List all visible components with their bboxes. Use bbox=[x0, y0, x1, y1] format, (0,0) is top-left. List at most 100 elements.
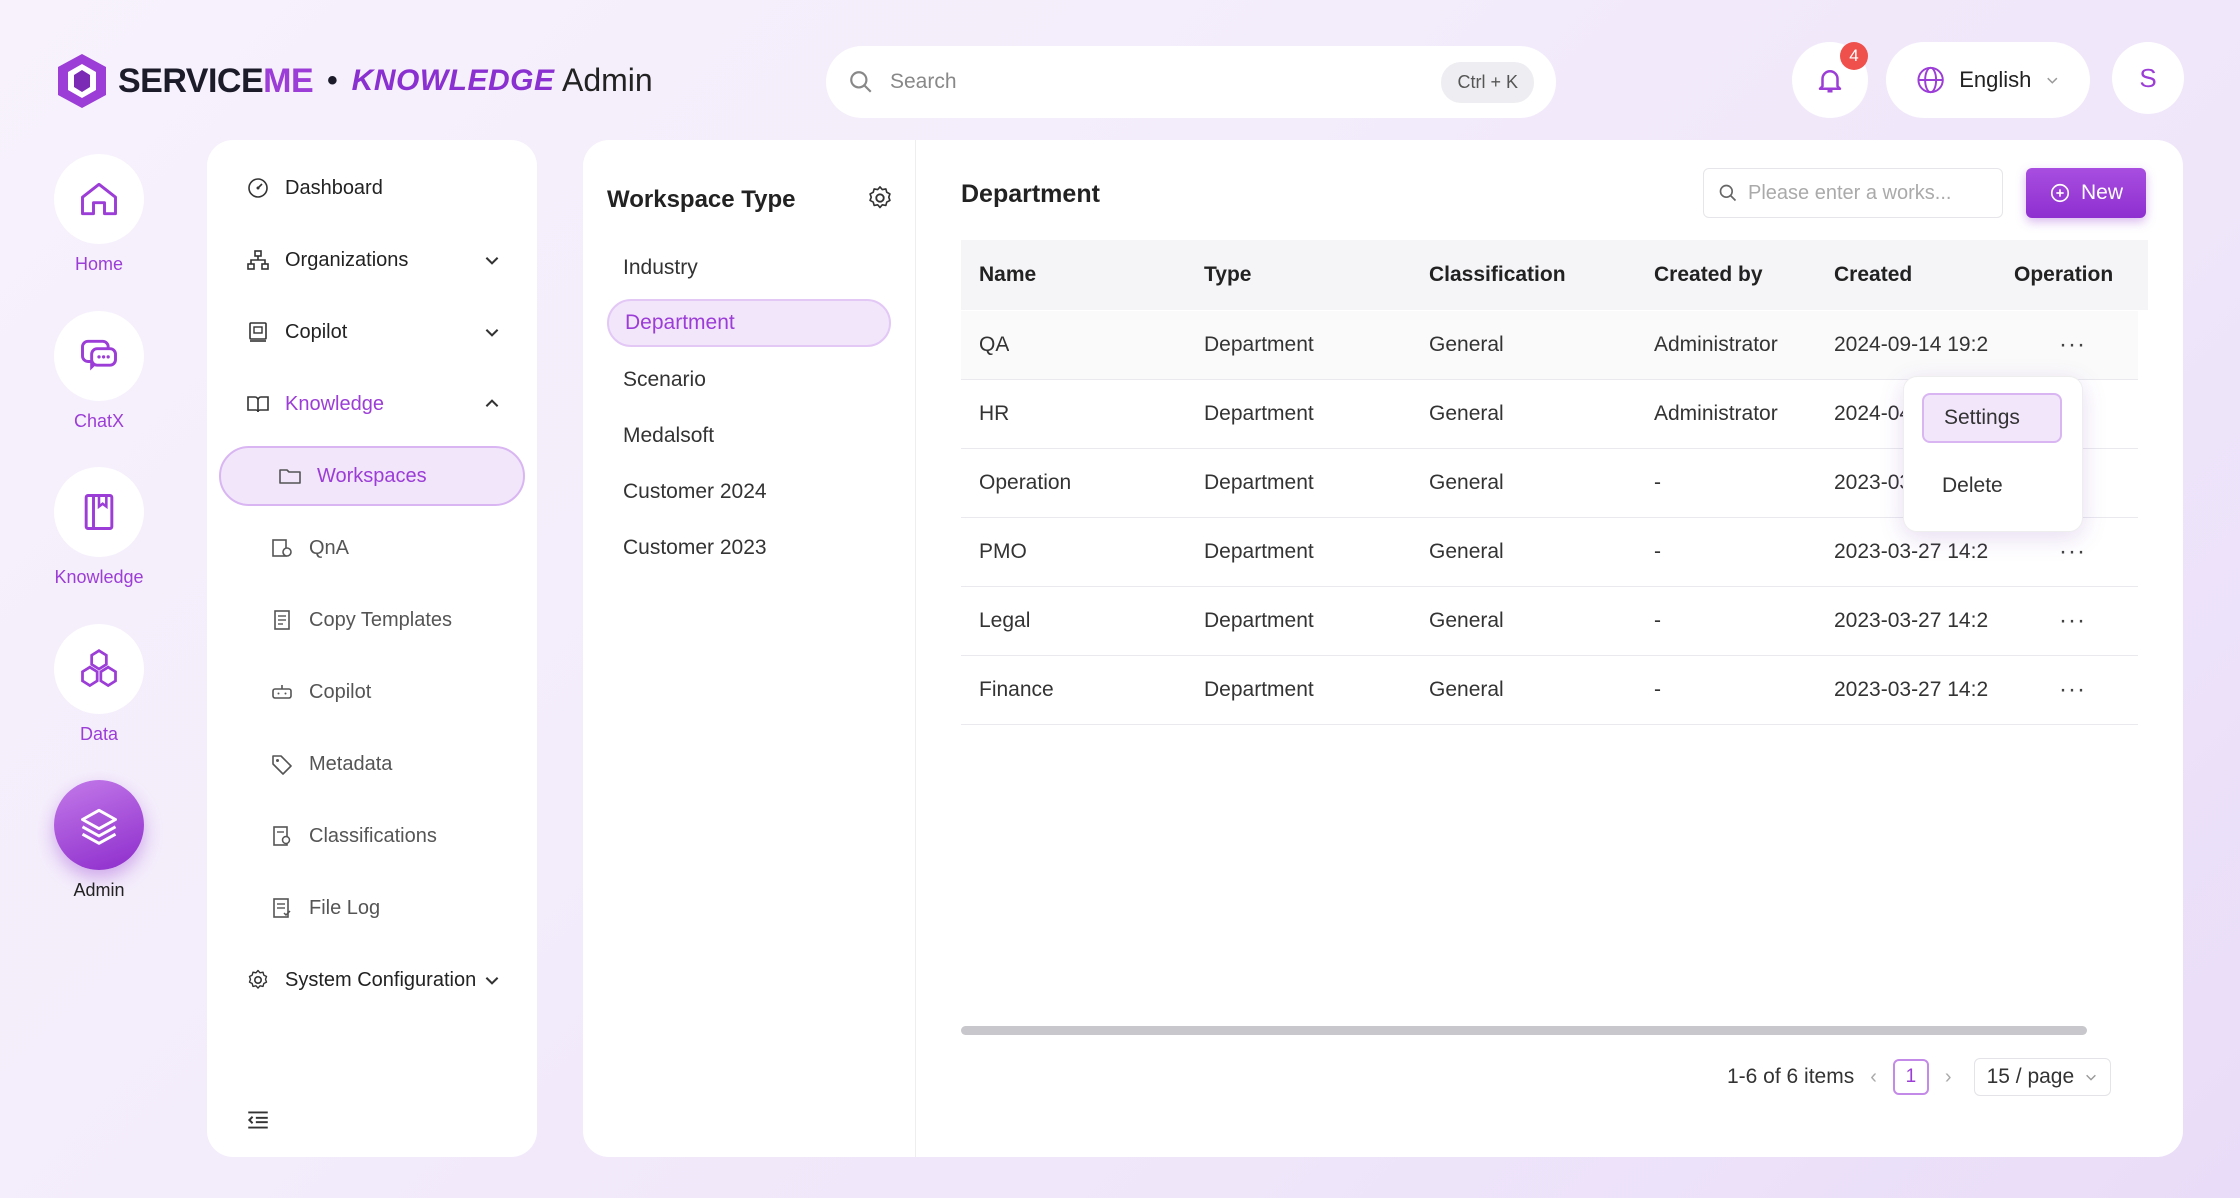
sidebar-item-system-configuration[interactable]: System Configuration bbox=[207, 950, 537, 1010]
cell-name: Finance bbox=[979, 678, 1054, 701]
chevron-down-icon bbox=[2086, 1074, 2097, 1081]
cell-created-by: - bbox=[1654, 678, 1661, 701]
sidebar-item-label: File Log bbox=[309, 896, 381, 919]
workspace-search-input[interactable]: Please enter a works... bbox=[1703, 168, 2003, 218]
sidebar-item-classifications[interactable]: Classifications bbox=[207, 806, 537, 866]
notifications-button[interactable]: 4 bbox=[1792, 42, 1868, 118]
sidebar-item-label: Copy Templates bbox=[309, 608, 453, 631]
sidebar-item-qna[interactable]: QnA bbox=[207, 518, 537, 578]
language-label: English bbox=[1959, 67, 2032, 92]
sidebar-item-organizations[interactable]: Organizations bbox=[207, 230, 537, 290]
workspace-type-item[interactable]: Medalsoft bbox=[607, 412, 891, 460]
rail-label: ChatX bbox=[73, 411, 125, 431]
horizontal-scrollbar[interactable] bbox=[961, 1026, 2087, 1035]
cell-classification: General bbox=[1429, 540, 1504, 563]
workspace-type-item-selected[interactable]: Department bbox=[607, 299, 891, 347]
copilot-icon bbox=[249, 322, 267, 342]
chevron-down-icon bbox=[485, 977, 499, 985]
panel-divider bbox=[915, 140, 916, 1157]
classification-icon bbox=[273, 826, 291, 846]
qna-icon bbox=[272, 539, 292, 557]
sidebar-item-copilot-knowledge[interactable]: Copilot bbox=[207, 662, 537, 722]
sidebar-item-copilot[interactable]: Copilot bbox=[207, 302, 537, 362]
workspace-type-item[interactable]: Scenario bbox=[607, 356, 891, 404]
workspace-type-item[interactable]: Customer 2023 bbox=[607, 524, 891, 572]
table-row[interactable]: Legal Department General - 2023-03-27 14… bbox=[961, 587, 2138, 656]
chat-icon bbox=[81, 339, 117, 371]
next-page-icon[interactable]: › bbox=[1945, 1066, 1952, 1089]
cell-type: Department bbox=[1204, 402, 1314, 425]
sidebar-item-label: QnA bbox=[309, 536, 350, 559]
more-actions-button[interactable]: ··· bbox=[2059, 656, 2086, 724]
rail-data[interactable]: Data bbox=[54, 624, 144, 745]
cell-type: Department bbox=[1204, 609, 1314, 632]
sidebar-item-label: Copilot bbox=[285, 320, 348, 343]
workspace-type-item[interactable]: Customer 2024 bbox=[607, 468, 891, 516]
bell-icon bbox=[1818, 70, 1842, 93]
page-size-label: 15 / page bbox=[1986, 1065, 2075, 1088]
department-title: Department bbox=[961, 180, 1100, 208]
prev-page-icon[interactable]: ‹ bbox=[1870, 1066, 1877, 1089]
pagination-summary: 1-6 of 6 items bbox=[1727, 1065, 1855, 1088]
cell-created: 2023-03-27 14:2 bbox=[1834, 609, 1989, 632]
cell-created-by: - bbox=[1654, 540, 1661, 563]
book-icon bbox=[84, 494, 114, 530]
column-header-type[interactable]: Type bbox=[1204, 263, 1251, 287]
more-actions-button[interactable]: ··· bbox=[2059, 587, 2086, 655]
rail-home[interactable]: Home bbox=[54, 154, 144, 275]
chevron-down-icon bbox=[2047, 77, 2058, 84]
cell-name: HR bbox=[979, 402, 1010, 425]
rail-label: Data bbox=[79, 724, 119, 744]
gear-icon[interactable] bbox=[866, 184, 894, 212]
cell-classification: General bbox=[1429, 333, 1504, 356]
tag-icon bbox=[272, 755, 292, 775]
page-number[interactable]: 1 bbox=[1892, 1059, 1929, 1095]
layers-icon bbox=[81, 808, 117, 845]
cell-name: Legal bbox=[979, 609, 1031, 632]
cell-type: Department bbox=[1204, 678, 1314, 701]
cell-name: Operation bbox=[979, 471, 1072, 494]
table-row[interactable]: Finance Department General - 2023-03-27 … bbox=[961, 656, 2138, 725]
hexagons-icon bbox=[81, 649, 117, 688]
sidebar-item-dashboard[interactable]: Dashboard bbox=[207, 158, 537, 218]
settings-menu-item[interactable]: Settings bbox=[1922, 393, 2062, 443]
global-search[interactable]: Search Ctrl + K bbox=[826, 46, 1556, 118]
cell-created-by: Administrator bbox=[1654, 402, 1778, 425]
sidebar-item-metadata[interactable]: Metadata bbox=[207, 734, 537, 794]
sidebar-item-knowledge[interactable]: Knowledge bbox=[207, 374, 537, 434]
collapse-sidebar-icon[interactable] bbox=[245, 1107, 271, 1133]
rail-label: Knowledge bbox=[54, 567, 144, 587]
language-select[interactable]: English bbox=[1886, 42, 2090, 118]
sidebar-item-file-log[interactable]: File Log bbox=[207, 878, 537, 938]
cell-created: 2024-09-14 19:2 bbox=[1834, 333, 1989, 356]
column-header-created-by[interactable]: Created by bbox=[1654, 263, 1763, 287]
sidebar-item-copy-templates[interactable]: Copy Templates bbox=[207, 590, 537, 650]
sidebar-item-label: Organizations bbox=[285, 248, 409, 271]
page-size-select[interactable]: 15 / page bbox=[1973, 1058, 2112, 1096]
rail-admin[interactable]: Admin bbox=[54, 780, 144, 901]
rail-label: Home bbox=[74, 254, 123, 274]
sidebar: Dashboard Organizations Copilot Knowledg… bbox=[207, 140, 537, 1157]
cell-classification: General bbox=[1429, 471, 1504, 494]
avatar[interactable]: S bbox=[2112, 42, 2184, 114]
delete-menu-item[interactable]: Delete bbox=[1922, 461, 2062, 511]
column-header-name[interactable]: Name bbox=[979, 263, 1036, 287]
sidebar-item-workspaces[interactable]: Workspaces bbox=[219, 446, 525, 506]
logo-mark-icon bbox=[58, 54, 106, 108]
column-header-created[interactable]: Created bbox=[1834, 263, 1912, 287]
column-header-classification[interactable]: Classification bbox=[1429, 263, 1566, 287]
cell-classification: General bbox=[1429, 609, 1504, 632]
table-row[interactable]: QA Department General Administrator 2024… bbox=[961, 311, 2138, 380]
sidebar-item-label: Copilot bbox=[309, 680, 372, 703]
cell-name: PMO bbox=[979, 540, 1027, 563]
pagination: 1-6 of 6 items ‹ 1 › 15 / page bbox=[1727, 1058, 2112, 1096]
workspace-type-item[interactable]: Industry bbox=[607, 244, 891, 292]
notification-badge: 4 bbox=[1840, 42, 1868, 70]
more-actions-button[interactable]: ··· bbox=[2059, 311, 2086, 379]
new-button[interactable]: New bbox=[2026, 168, 2146, 218]
row-actions-menu: Settings Delete bbox=[1903, 376, 2083, 532]
rail-knowledge[interactable]: Knowledge bbox=[54, 467, 144, 588]
search-shortcut: Ctrl + K bbox=[1441, 61, 1534, 103]
rail-chatx[interactable]: ChatX bbox=[54, 311, 144, 432]
search-icon bbox=[1719, 184, 1737, 202]
